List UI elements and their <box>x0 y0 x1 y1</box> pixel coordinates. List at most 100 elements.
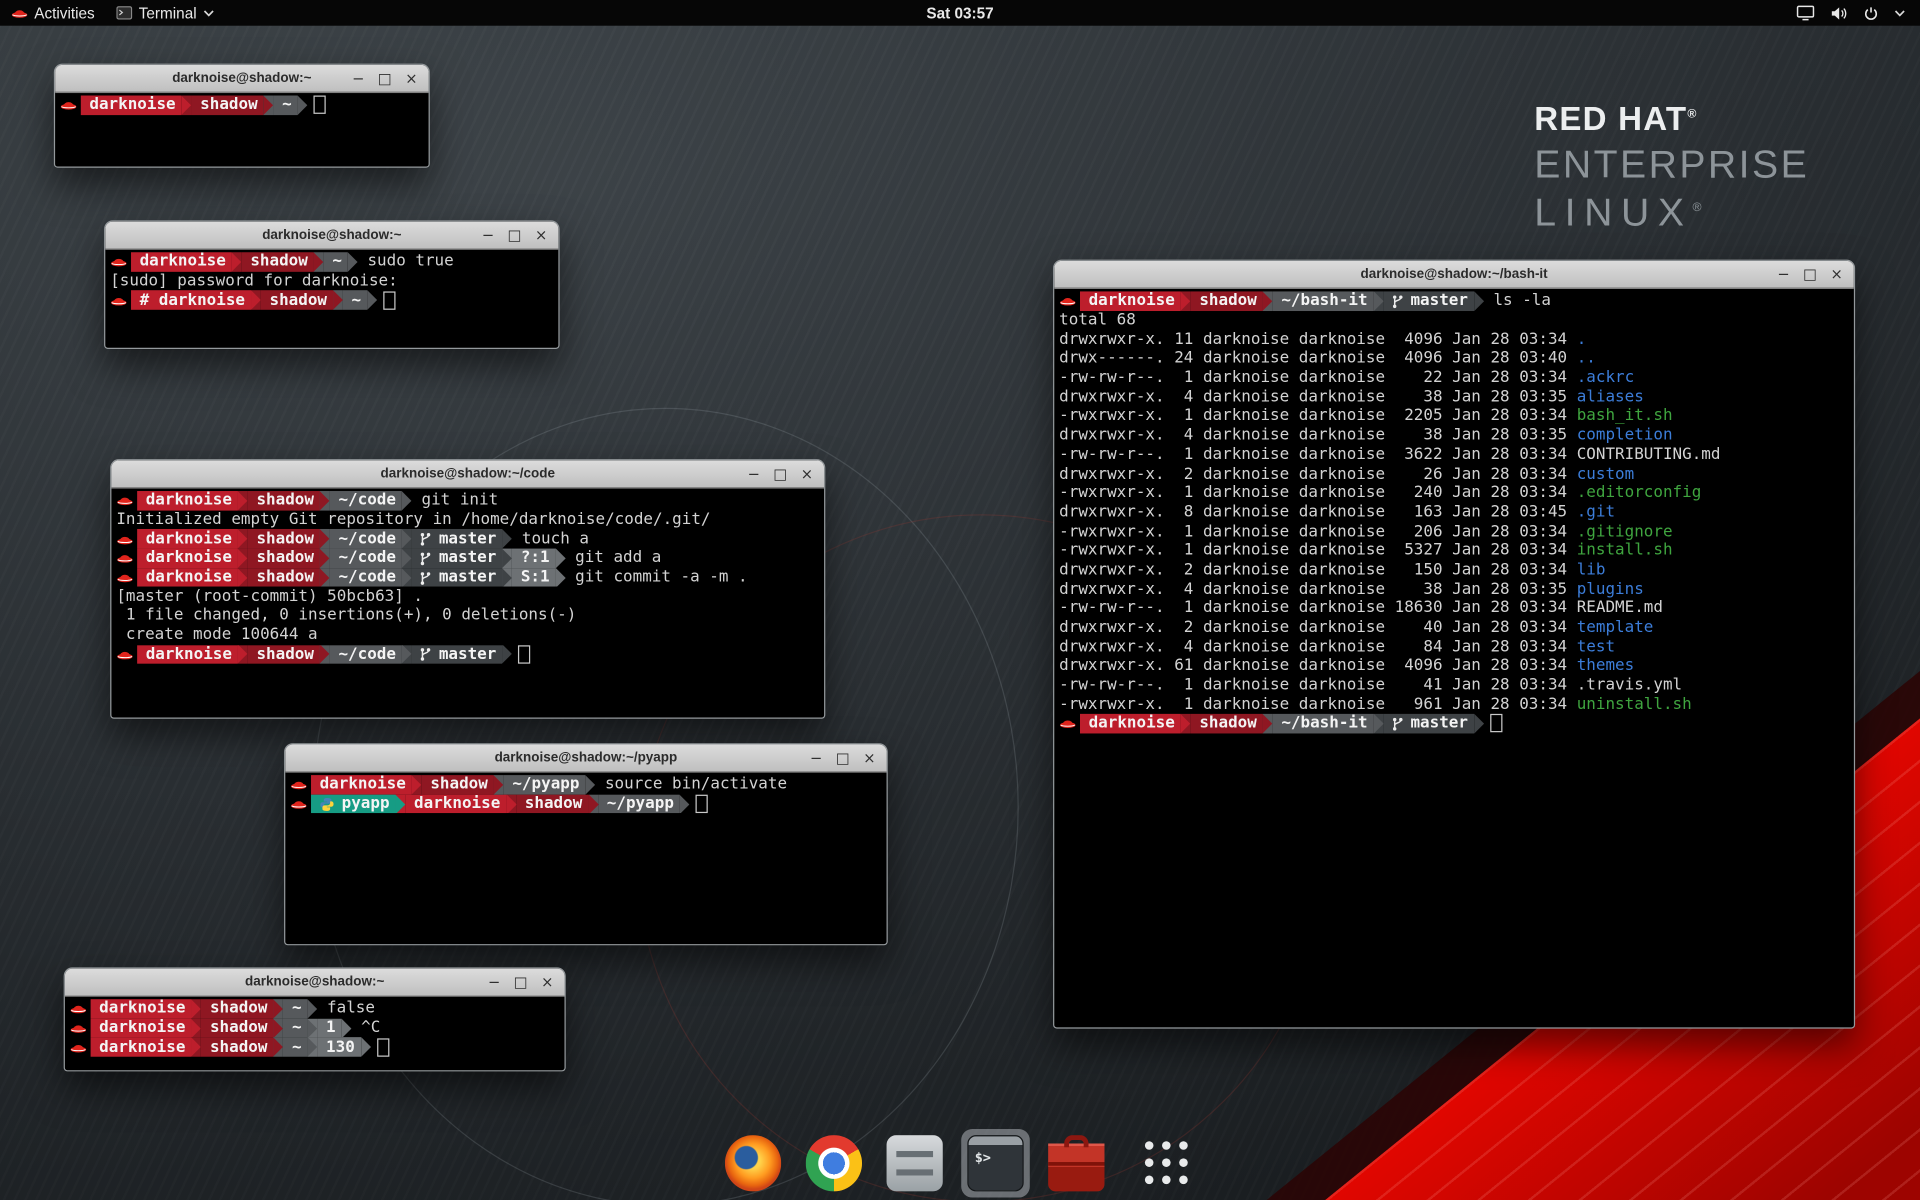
prompt-line: darknoiseshadow~/code git init <box>116 491 823 510</box>
maximize-button[interactable]: □ <box>836 751 850 766</box>
close-button[interactable]: × <box>1831 267 1843 282</box>
minimize-button[interactable]: − <box>1777 267 1789 282</box>
dock-item-toolbox[interactable] <box>1042 1129 1111 1198</box>
terminal-cursor <box>314 96 326 114</box>
output-line: drwx------. 24 darknoise darknoise 4096 … <box>1059 349 1852 368</box>
close-button[interactable]: × <box>535 228 547 243</box>
window-titlebar[interactable]: darknoise@shadow:~ − □ × <box>55 65 428 93</box>
powerline-separator-icon <box>274 999 284 1018</box>
terminal-content[interactable]: darknoiseshadow~/bash-itmaster ls -latot… <box>1054 289 1854 733</box>
prompt-segment: darknoise <box>137 529 238 548</box>
maximize-button[interactable]: □ <box>773 467 787 482</box>
minimize-button[interactable]: − <box>810 751 822 766</box>
prompt-segment: shadow <box>242 252 314 271</box>
prompt-segment: master <box>412 645 503 664</box>
prompt-segment: darknoise <box>91 1018 192 1037</box>
close-button[interactable]: × <box>801 467 813 482</box>
dock-item-firefox[interactable] <box>719 1129 788 1198</box>
prompt-segment: shadow <box>516 794 588 813</box>
terminal-icon-glyph: $> <box>975 1150 991 1166</box>
output-line: total 68 <box>1059 311 1852 330</box>
powerline-separator-icon <box>361 1038 371 1057</box>
minimize-button[interactable]: − <box>482 228 494 243</box>
terminal-text: false <box>317 1000 375 1018</box>
redhat-icon <box>70 1040 87 1053</box>
prompt-line: darknoiseshadow~1 ^C <box>70 1018 563 1037</box>
branch-icon <box>1392 294 1403 309</box>
powerline-separator-icon <box>1263 291 1273 310</box>
output-line: drwxrwxr-x. 11 darknoise darknoise 4096 … <box>1059 330 1852 349</box>
terminal-mini-icon <box>117 6 133 19</box>
system-status-area[interactable] <box>1796 0 1920 26</box>
terminal-content[interactable]: darknoiseshadow~ sudo true[sudo] passwor… <box>105 250 558 310</box>
terminal-text: drwxrwxr-x. 2 darknoise darknoise 150 Ja… <box>1059 561 1577 579</box>
prompt-line: darknoiseshadow~/codemaster?:1 git add a <box>116 549 823 568</box>
terminal-text: drwxrwxr-x. 2 darknoise darknoise 26 Jan… <box>1059 465 1577 483</box>
maximize-button[interactable]: □ <box>514 975 528 990</box>
close-button[interactable]: × <box>405 71 417 86</box>
minimize-button[interactable]: − <box>748 467 760 482</box>
prompt-segment: darknoise <box>81 96 182 115</box>
window-titlebar[interactable]: darknoise@shadow:~/pyapp − □ × <box>285 744 886 772</box>
dock-item-files[interactable] <box>880 1129 949 1198</box>
terminal-text: drwxrwxr-x. 4 darknoise darknoise 38 Jan… <box>1059 388 1577 406</box>
powerline-separator-icon <box>1181 714 1191 733</box>
clock[interactable]: Sat 03:57 <box>926 4 993 21</box>
terminal-text: .. <box>1577 349 1596 367</box>
powerline-separator-icon <box>320 549 330 568</box>
powerline-separator-icon <box>1374 291 1384 310</box>
window-titlebar[interactable]: darknoise@shadow:~ − □ × <box>105 222 558 250</box>
redhat-icon <box>116 494 133 507</box>
maximize-button[interactable]: □ <box>378 71 392 86</box>
dock-item-terminal[interactable]: $> <box>961 1129 1030 1198</box>
prompt-segment: 130 <box>317 1038 360 1057</box>
powerline-separator-icon <box>494 775 504 794</box>
prompt-segment: shadow <box>261 291 333 310</box>
powerline-separator-icon <box>556 568 566 587</box>
minimize-button[interactable]: − <box>352 71 364 86</box>
window-titlebar[interactable]: darknoise@shadow:~ − □ × <box>65 969 565 997</box>
window-titlebar[interactable]: darknoise@shadow:~/code − □ × <box>111 460 824 488</box>
prompt-segment: darknoise <box>137 568 238 587</box>
maximize-button[interactable]: □ <box>1803 267 1817 282</box>
terminal-text: .gitignore <box>1577 522 1673 540</box>
prompt-segment: ~ <box>274 96 298 115</box>
app-grid-icon <box>1139 1135 1195 1191</box>
maximize-button[interactable]: □ <box>508 228 522 243</box>
terminal-content[interactable]: darknoiseshadow~/pyapp source bin/activa… <box>285 773 886 814</box>
app-menu[interactable]: Terminal <box>106 0 225 26</box>
powerline-separator-icon <box>502 568 512 587</box>
terminal-content[interactable]: darknoiseshadow~ <box>55 93 428 115</box>
prompt-segment: master <box>1384 714 1475 733</box>
terminal-content[interactable]: darknoiseshadow~ falsedarknoiseshadow~1 … <box>65 997 565 1057</box>
window-controls: − □ × <box>352 71 428 86</box>
prompt-segment: shadow <box>248 529 320 548</box>
output-line: -rw-rw-r--. 1 darknoise darknoise 41 Jan… <box>1059 676 1852 695</box>
prompt-line: darknoiseshadow~ sudo true <box>110 252 557 271</box>
terminal-content[interactable]: darknoiseshadow~/code git initInitialize… <box>111 489 824 664</box>
prompt-segment: 1 <box>317 1018 341 1037</box>
prompt-segment: ~/code <box>330 491 402 510</box>
activities-button[interactable]: Activities <box>0 0 106 26</box>
prompt-segment: shadow <box>422 775 494 794</box>
terminal-text: . <box>1577 330 1587 348</box>
powerline-separator-icon <box>251 291 261 310</box>
prompt-segment: ~/pyapp <box>504 775 586 794</box>
terminal-text: Initialized empty Git repository in /hom… <box>116 511 710 529</box>
output-line: drwxrwxr-x. 4 darknoise darknoise 38 Jan… <box>1059 387 1852 406</box>
powerline-separator-icon <box>402 549 412 568</box>
window-titlebar[interactable]: darknoise@shadow:~/bash-it − □ × <box>1054 261 1854 289</box>
terminal-text: source bin/activate <box>595 776 787 794</box>
output-line: -rw-rw-r--. 1 darknoise darknoise 22 Jan… <box>1059 368 1852 387</box>
close-button[interactable]: × <box>541 975 553 990</box>
minimize-button[interactable]: − <box>488 975 500 990</box>
terminal-text: ls -la <box>1484 292 1551 310</box>
close-button[interactable]: × <box>863 751 875 766</box>
terminal-text: ^C <box>352 1019 381 1037</box>
prompt-line: darknoiseshadow~/pyapp source bin/activa… <box>290 775 885 794</box>
output-line: 1 file changed, 0 insertions(+), 0 delet… <box>116 606 823 625</box>
prompt-line: darknoiseshadow~/bash-itmaster <box>1059 714 1852 733</box>
dock-item-app-grid[interactable] <box>1133 1129 1202 1198</box>
dock-item-chrome[interactable] <box>800 1129 869 1198</box>
redhat-icon <box>60 98 77 111</box>
